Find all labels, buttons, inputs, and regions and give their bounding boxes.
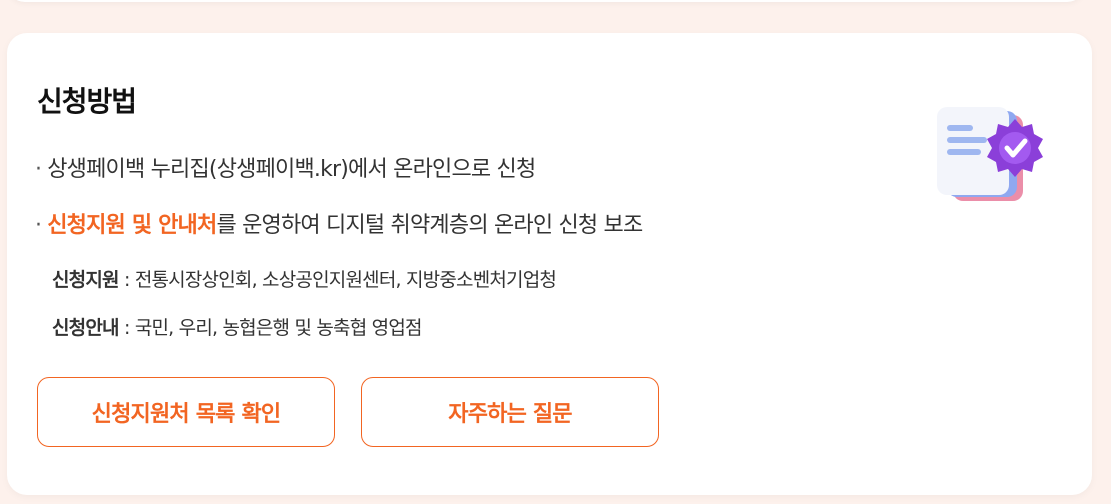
- bullet-dot: ·: [35, 213, 42, 238]
- section-title: 신청방법: [37, 85, 137, 118]
- guide-info-line: 신청안내 : 국민, 우리, 농협은행 및 농축협 영업점: [52, 313, 423, 340]
- faq-button[interactable]: 자주하는 질문: [361, 377, 659, 447]
- support-list-button[interactable]: 신청지원처 목록 확인: [37, 377, 335, 447]
- document-check-icon: [937, 107, 1043, 201]
- guide-text: : 국민, 우리, 농협은행 및 농축협 영업점: [118, 317, 423, 339]
- support-text: : 전통시장상인회, 소상공인지원센터, 지방중소벤처기업청: [118, 269, 557, 291]
- application-method-card: 신청방법 · 상생페이백 누리집(상생페이백.kr)에서 온라인으로 신청 · 신청…: [7, 33, 1092, 495]
- bullet-online-application: · 상생페이백 누리집(상생페이백.kr)에서 온라인으로 신청: [35, 151, 536, 183]
- bullet-text: 상생페이백 누리집(상생페이백.kr)에서 온라인으로 신청: [47, 157, 536, 182]
- previous-card-bottom: [7, 0, 1085, 2]
- support-info-line: 신청지원 : 전통시장상인회, 소상공인지원센터, 지방중소벤처기업청: [52, 265, 557, 292]
- support-label: 신청지원: [52, 269, 120, 291]
- bullet-dot: ·: [35, 157, 42, 182]
- bullet-text: 를 운영하여 디지털 취약계층의 온라인 신청 보조: [216, 213, 643, 238]
- highlight-text: 신청지원 및 안내처: [47, 213, 217, 238]
- bullet-support-centers: · 신청지원 및 안내처를 운영하여 디지털 취약계층의 온라인 신청 보조: [35, 207, 643, 239]
- guide-label: 신청안내: [52, 317, 120, 339]
